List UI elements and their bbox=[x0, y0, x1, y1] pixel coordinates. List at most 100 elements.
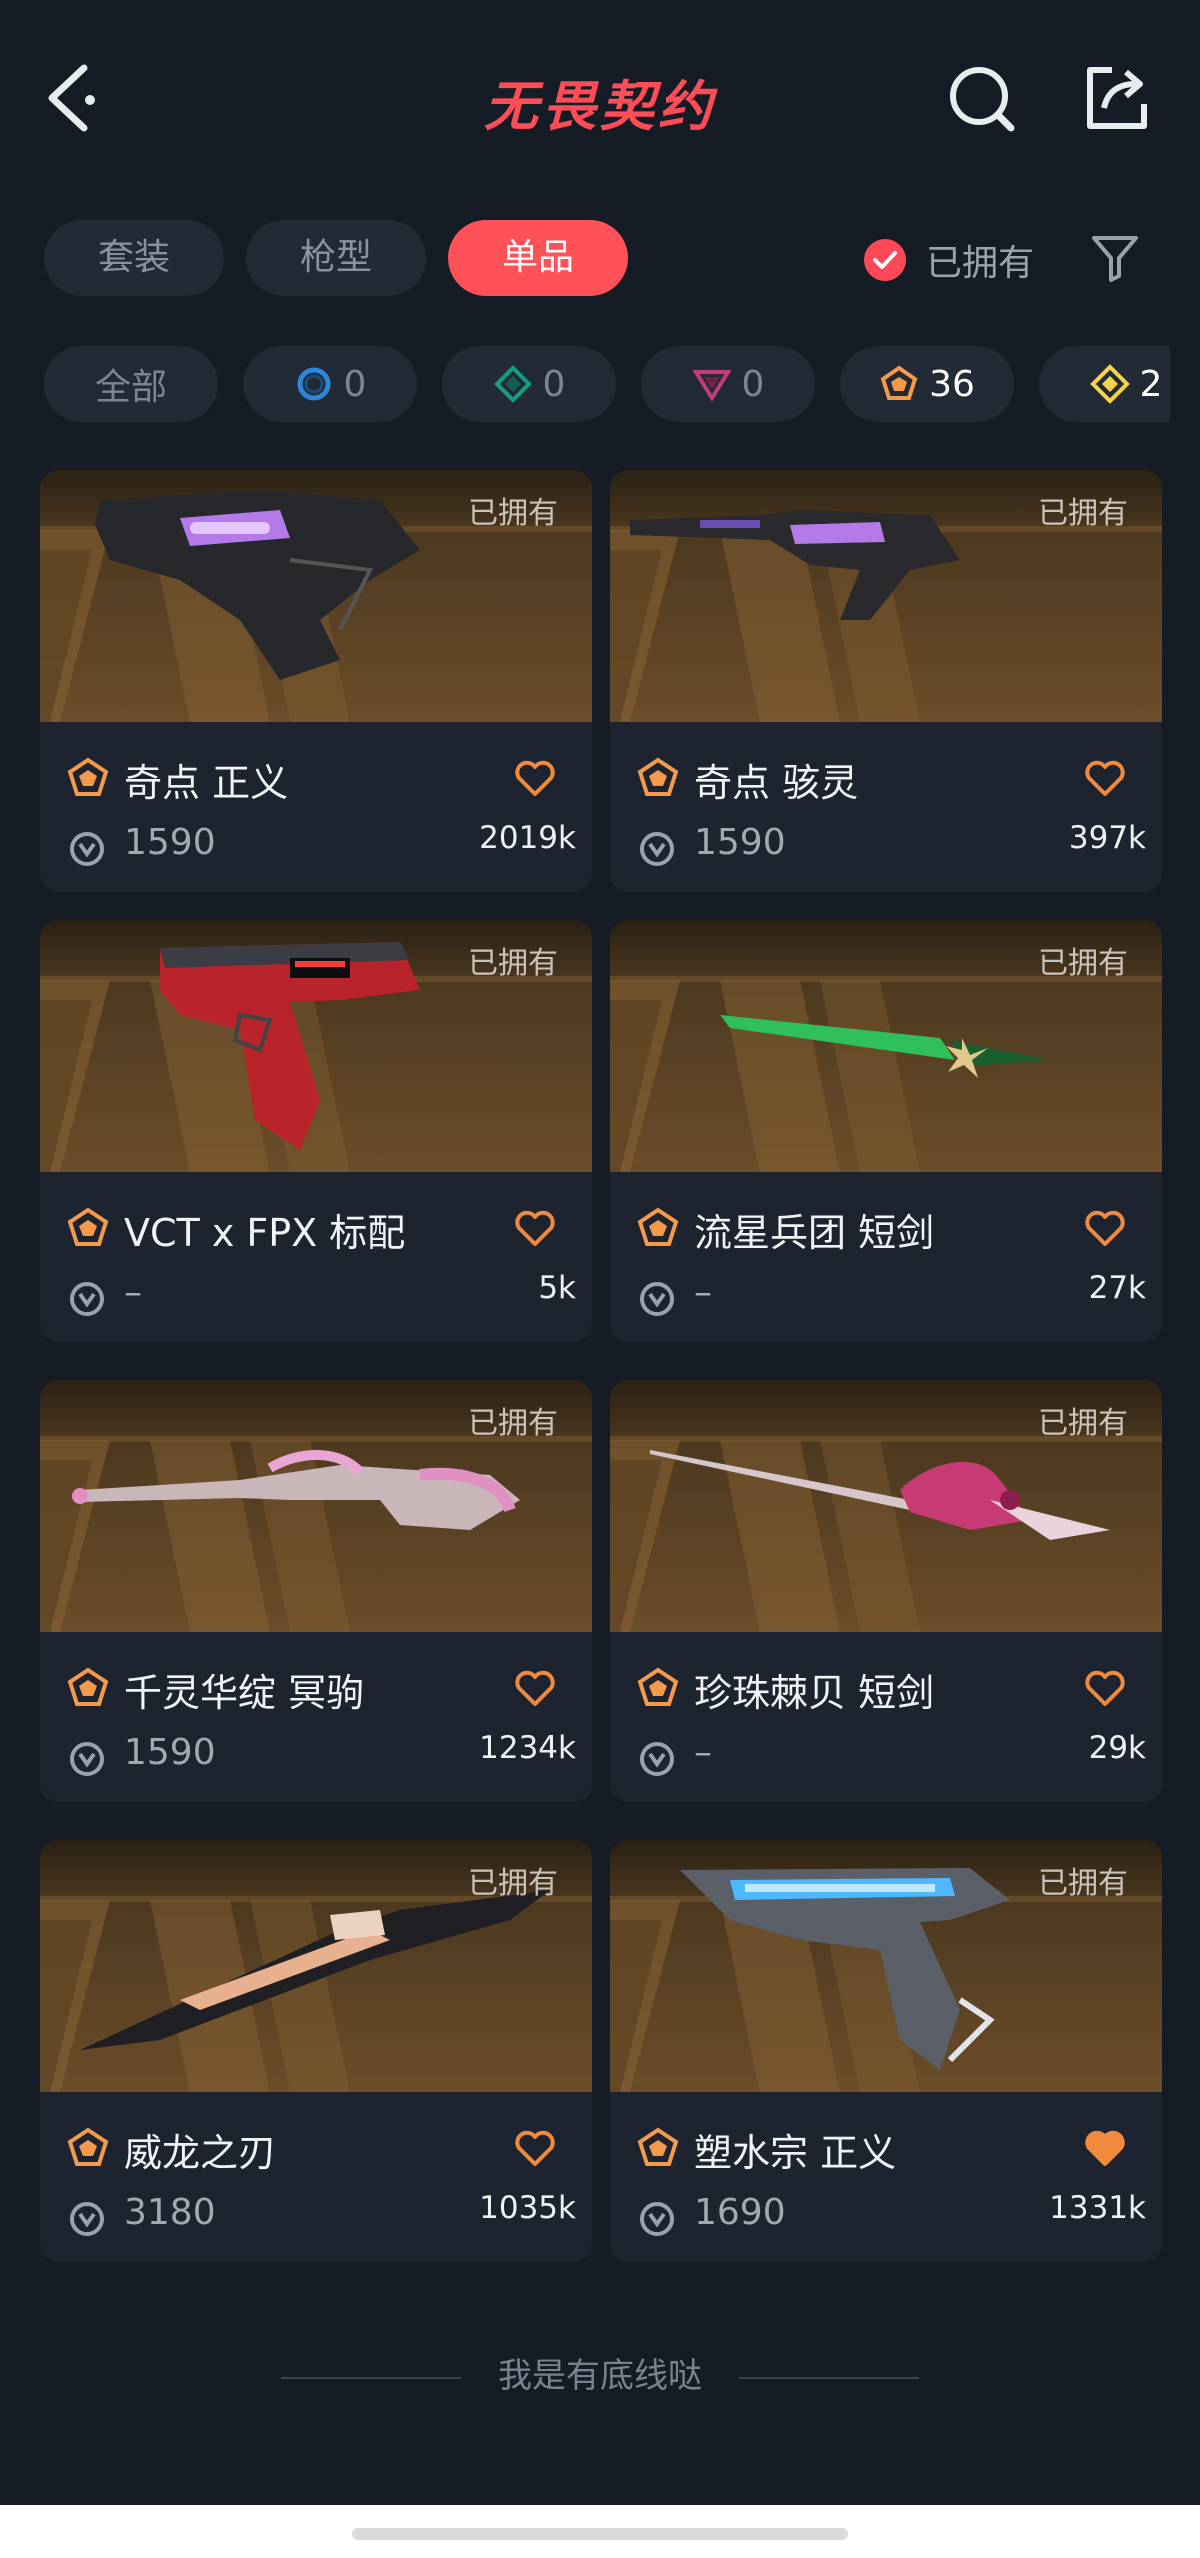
tab-single-items[interactable]: 单品 bbox=[448, 220, 628, 296]
chip-count: 36 bbox=[929, 363, 975, 405]
check-icon bbox=[864, 239, 906, 281]
like-count: 29k bbox=[1088, 1730, 1146, 1766]
rarity-filter-row: 全部 0 0 0 36 2 bbox=[0, 346, 1170, 426]
chip-premium-tier[interactable]: 0 bbox=[641, 346, 815, 422]
chip-select-tier[interactable]: 0 bbox=[243, 346, 417, 422]
premium-tier-icon bbox=[691, 370, 732, 402]
ultra-tier-icon bbox=[1089, 364, 1130, 404]
owned-label: 已拥有 bbox=[1038, 1406, 1128, 1441]
item-price: 1590 bbox=[124, 1732, 216, 1773]
item-card[interactable]: 已拥有 VCT x FPX 标配 – 5k bbox=[40, 920, 592, 1342]
like-count: 1035k bbox=[479, 2190, 576, 2226]
filter-button[interactable] bbox=[1090, 232, 1140, 284]
owned-filter-label: 已拥有 bbox=[926, 243, 1035, 284]
exclusive-tier-icon bbox=[637, 2127, 679, 2166]
chip-count: 0 bbox=[741, 363, 765, 405]
owned-label: 已拥有 bbox=[468, 946, 558, 981]
item-card[interactable]: 已拥有 流星兵团 短剑 – 27k bbox=[610, 920, 1162, 1342]
top-bar: 无畏契约 bbox=[0, 0, 1200, 200]
vp-currency-icon bbox=[70, 2202, 104, 2236]
vp-currency-icon bbox=[640, 832, 674, 866]
heart-icon[interactable] bbox=[1084, 1210, 1126, 1248]
end-of-list-indicator: 我是有底线哒 bbox=[0, 2348, 1200, 2397]
share-icon bbox=[1087, 67, 1147, 129]
item-price: 1590 bbox=[124, 822, 216, 863]
owned-label: 已拥有 bbox=[468, 1406, 558, 1441]
select-tier-icon bbox=[297, 367, 331, 401]
chip-count: 2 bbox=[1139, 363, 1163, 405]
heart-icon[interactable] bbox=[514, 1210, 556, 1248]
heart-icon[interactable] bbox=[1084, 760, 1126, 798]
divider bbox=[738, 2376, 919, 2379]
like-count: 397k bbox=[1068, 820, 1146, 856]
owned-label: 已拥有 bbox=[1038, 946, 1128, 981]
item-name: 威龙之刃 bbox=[124, 2131, 277, 2175]
owned-label: 已拥有 bbox=[468, 496, 558, 531]
item-name: 奇点 骇灵 bbox=[694, 761, 859, 805]
chip-deluxe-tier[interactable]: 0 bbox=[442, 346, 616, 422]
search-button[interactable] bbox=[945, 62, 1019, 136]
share-button[interactable] bbox=[1080, 62, 1154, 136]
chip-all-label: 全部 bbox=[94, 367, 167, 408]
tab-gun-types[interactable]: 枪型 bbox=[246, 220, 426, 296]
like-count: 5k bbox=[538, 1270, 576, 1306]
item-name: 奇点 正义 bbox=[124, 761, 289, 805]
exclusive-tier-icon bbox=[637, 1667, 679, 1706]
exclusive-tier-icon bbox=[637, 757, 679, 796]
end-of-list-text: 我是有底线哒 bbox=[498, 2356, 702, 2396]
item-card[interactable]: 已拥有 威龙之刃 3180 1035k bbox=[40, 1840, 592, 2262]
item-card[interactable]: 已拥有 塑水宗 正义 1690 1331k bbox=[610, 1840, 1162, 2262]
owned-label: 已拥有 bbox=[1038, 496, 1128, 531]
heart-icon[interactable] bbox=[514, 760, 556, 798]
vp-currency-icon bbox=[70, 832, 104, 866]
chip-count: 0 bbox=[343, 363, 367, 405]
exclusive-tier-icon bbox=[67, 1667, 109, 1706]
exclusive-tier-icon bbox=[880, 365, 918, 400]
divider bbox=[281, 2376, 462, 2379]
chip-count: 0 bbox=[542, 363, 566, 405]
funnel-icon bbox=[1092, 236, 1138, 282]
item-card[interactable]: 已拥有 千灵华绽 冥驹 1590 1234k bbox=[40, 1380, 592, 1802]
item-price: – bbox=[694, 1272, 712, 1313]
item-price: 1690 bbox=[694, 2192, 786, 2233]
item-card[interactable]: 已拥有 奇点 正义 1590 2019k bbox=[40, 470, 592, 892]
like-count: 27k bbox=[1088, 1270, 1146, 1306]
heart-icon[interactable] bbox=[514, 2130, 556, 2168]
item-price: 3180 bbox=[124, 2192, 216, 2233]
owned-label: 已拥有 bbox=[468, 1866, 558, 1901]
item-name: 流星兵团 短剑 bbox=[694, 1211, 935, 1255]
vp-currency-icon bbox=[640, 1742, 674, 1776]
chip-exclusive-tier[interactable]: 36 bbox=[840, 346, 1014, 422]
heart-filled-icon[interactable] bbox=[1084, 2130, 1126, 2168]
item-card[interactable]: 已拥有 奇点 骇灵 1590 397k bbox=[610, 470, 1162, 892]
heart-icon[interactable] bbox=[514, 1670, 556, 1708]
like-count: 1234k bbox=[479, 1730, 576, 1766]
exclusive-tier-icon bbox=[67, 2127, 109, 2166]
item-name: 千灵华绽 冥驹 bbox=[124, 1671, 365, 1715]
vp-currency-icon bbox=[640, 2202, 674, 2236]
owned-filter-toggle[interactable]: 已拥有 bbox=[864, 228, 1034, 292]
vp-currency-icon bbox=[640, 1282, 674, 1316]
item-name: 珍珠棘贝 短剑 bbox=[694, 1671, 935, 1715]
like-count: 1331k bbox=[1049, 2190, 1146, 2226]
chip-all[interactable]: 全部 bbox=[44, 346, 218, 422]
like-count: 2019k bbox=[479, 820, 576, 856]
chip-ultra-tier[interactable]: 2 bbox=[1039, 346, 1170, 422]
app-title: 无畏契约 bbox=[484, 75, 716, 138]
owned-label: 已拥有 bbox=[1038, 1866, 1128, 1901]
exclusive-tier-icon bbox=[67, 757, 109, 796]
item-price: – bbox=[124, 1272, 142, 1313]
item-card[interactable]: 已拥有 珍珠棘贝 短剑 – 29k bbox=[610, 1380, 1162, 1802]
vp-currency-icon bbox=[70, 1742, 104, 1776]
exclusive-tier-icon bbox=[637, 1207, 679, 1246]
home-indicator[interactable] bbox=[352, 2528, 848, 2540]
heart-icon[interactable] bbox=[1084, 1670, 1126, 1708]
exclusive-tier-icon bbox=[67, 1207, 109, 1246]
item-price: 1590 bbox=[694, 822, 786, 863]
item-price: – bbox=[694, 1732, 712, 1773]
tab-suits[interactable]: 套装 bbox=[44, 220, 224, 296]
item-name: VCT x FPX 标配 bbox=[124, 1211, 406, 1255]
item-name: 塑水宗 正义 bbox=[694, 2131, 897, 2175]
search-icon bbox=[950, 67, 1015, 132]
vp-currency-icon bbox=[70, 1282, 104, 1316]
